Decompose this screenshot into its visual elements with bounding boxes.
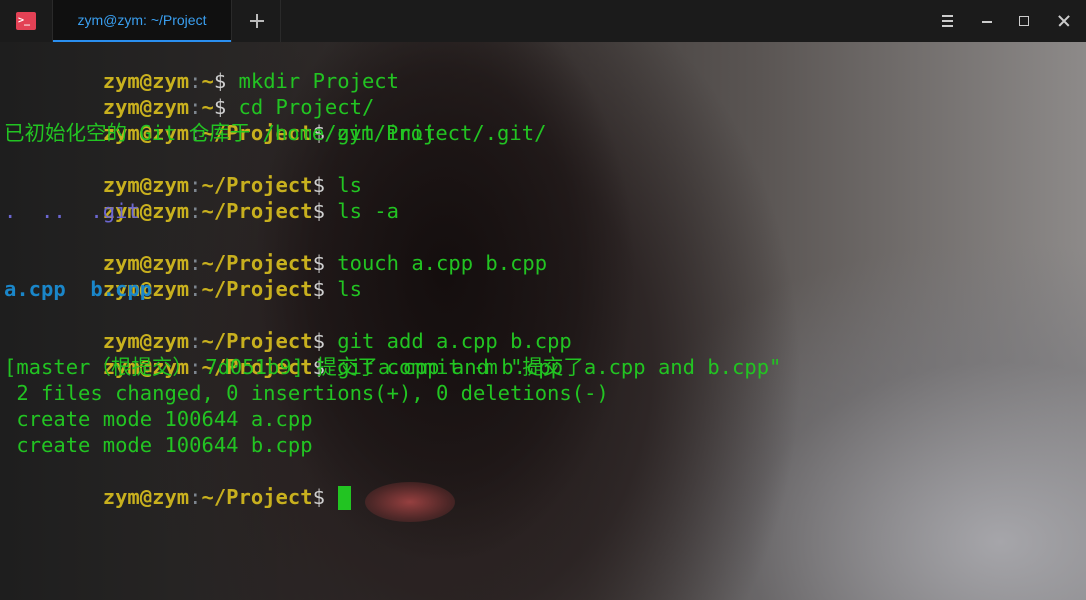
background-photo-lips — [365, 482, 455, 522]
prompt-symbol: $ — [312, 173, 325, 197]
command-text: ls — [324, 173, 362, 197]
command-text: mkdir Project — [226, 69, 399, 93]
prompt-user: zym@zym — [102, 173, 190, 197]
output-text: a.cpp b.cpp — [4, 277, 153, 301]
text-cursor[interactable] — [338, 486, 352, 510]
prompt-symbol: $ — [213, 95, 227, 119]
terminal-line: zym@zym:~/Project$ git add a.cpp b.cpp — [4, 302, 781, 353]
prompt-separator: : — [189, 251, 202, 275]
prompt-path: ~/Project — [201, 329, 313, 353]
prompt-user: zym@zym — [102, 329, 190, 353]
prompt-separator: : — [189, 173, 202, 197]
prompt-separator: : — [189, 485, 202, 509]
prompt-separator: : — [189, 95, 202, 119]
prompt-separator: : — [189, 277, 202, 301]
prompt-symbol: $ — [312, 485, 325, 509]
close-icon[interactable] — [1044, 0, 1084, 42]
prompt-path: ~/Project — [201, 277, 313, 301]
prompt-path: ~/Project — [201, 251, 313, 275]
output-text: create mode 100644 b.cpp — [4, 433, 313, 457]
command-text: cd Project/ — [226, 95, 375, 119]
prompt-symbol: $ — [312, 251, 325, 275]
prompt-path: ~ — [201, 95, 214, 119]
terminal-icon[interactable]: >_ — [16, 12, 36, 30]
tab-terminal[interactable]: zym@zym: ~/Project — [52, 0, 232, 42]
prompt-symbol: $ — [312, 277, 325, 301]
terminal-line: zym@zym:~/Project$ — [4, 458, 781, 510]
prompt-separator: : — [189, 199, 202, 223]
new-tab-button[interactable] — [233, 0, 281, 42]
prompt-symbol: $ — [213, 69, 227, 93]
output-text: 2 files changed, 0 insertions(+), 0 dele… — [4, 381, 609, 405]
terminal-line: zym@zym:~/Project$ touch a.cpp b.cpp — [4, 224, 781, 275]
prompt-path: ~/Project — [201, 173, 313, 197]
command-text: ls -a — [324, 199, 399, 223]
command-text: touch a.cpp b.cpp — [324, 251, 548, 275]
titlebar: >_ zym@zym: ~/Project — [0, 0, 1086, 43]
prompt-separator: : — [189, 329, 202, 353]
output-text: 已初始化空的 Git 仓库于 /home/zym/Project/.git/ — [4, 121, 547, 145]
prompt-path: ~/Project — [201, 199, 313, 223]
command-text: ls — [324, 277, 362, 301]
prompt-user: zym@zym — [102, 485, 190, 509]
prompt-symbol: $ — [312, 199, 325, 223]
output-text: create mode 100644 a.cpp — [4, 407, 313, 431]
hamburger-menu-icon[interactable] — [928, 0, 968, 42]
terminal-line: zym@zym:~/Project$ ls — [4, 146, 781, 197]
prompt-symbol: $ — [312, 329, 325, 353]
terminal-window: >_ zym@zym: ~/Project zym@zym:~$ mkdir P… — [0, 0, 1086, 600]
prompt-separator: : — [189, 69, 202, 93]
command-text: git add a.cpp b.cpp — [324, 329, 572, 353]
prompt-path: ~ — [201, 69, 214, 93]
prompt-user: zym@zym — [102, 69, 190, 93]
terminal-output: zym@zym:~$ mkdir Project zym@zym:~$ cd P… — [4, 42, 781, 510]
prompt-path: ~/Project — [201, 485, 313, 509]
tab-title: zym@zym: ~/Project — [77, 12, 207, 28]
terminal-line: zym@zym:~$ mkdir Project — [4, 42, 781, 93]
prompt-user: zym@zym — [102, 95, 190, 119]
terminal-area[interactable]: zym@zym:~$ mkdir Project zym@zym:~$ cd P… — [0, 42, 1086, 600]
maximize-icon[interactable] — [1004, 0, 1044, 42]
prompt-user: zym@zym — [102, 251, 190, 275]
minimize-icon[interactable] — [968, 0, 1008, 42]
plus-icon-stroke — [256, 14, 258, 28]
